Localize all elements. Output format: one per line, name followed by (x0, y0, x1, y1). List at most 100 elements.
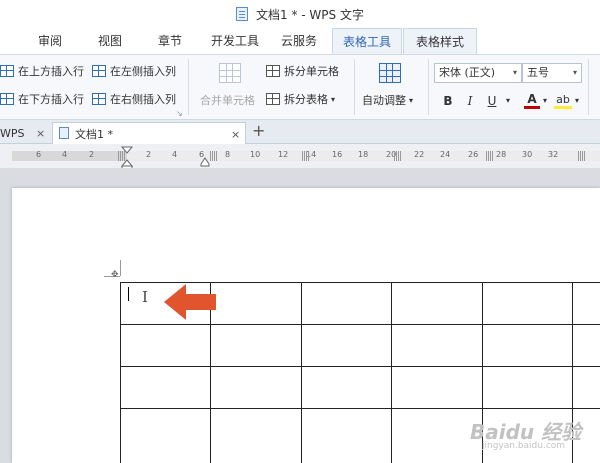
right-indent-marker-icon[interactable] (200, 157, 210, 167)
ruler-number: 4 (62, 150, 68, 159)
document-page[interactable]: ✥ I Baidu 经验 jingyan.baidu.com (12, 188, 600, 463)
highlight-chevron-icon[interactable]: ▾ (572, 91, 582, 111)
table-row (119, 366, 600, 409)
font-size-select[interactable]: 五号 ▾ (522, 63, 582, 83)
table-cell[interactable] (571, 324, 600, 367)
table-cell[interactable] (300, 366, 393, 409)
tab-view[interactable]: 视图 (88, 28, 132, 54)
table-cell[interactable] (119, 408, 212, 463)
font-color-button[interactable]: A (524, 91, 540, 109)
tab-review[interactable]: 审阅 (28, 28, 72, 54)
ruler-number: 16 (332, 150, 343, 159)
split-cells-button[interactable]: 拆分单元格 (266, 63, 339, 79)
indent-marker-icon[interactable] (121, 146, 133, 170)
underline-button[interactable]: U (484, 91, 500, 111)
font-name-value: 宋体 (正文) (439, 66, 496, 79)
ruler-number: 24 (440, 150, 451, 159)
table-cell[interactable] (481, 324, 573, 367)
insert-row-above-icon (0, 65, 14, 77)
ruler-column-marker[interactable] (486, 151, 494, 161)
table-cell[interactable] (300, 282, 393, 325)
table-cell[interactable] (571, 282, 600, 325)
insert-col-right-icon (92, 93, 106, 105)
table-cell[interactable] (391, 324, 483, 367)
ruler-number: 2 (89, 150, 95, 159)
ruler-number: 12 (278, 150, 289, 159)
insert-row-below-button[interactable]: 在下方插入行 (0, 91, 84, 107)
ruler-column-marker[interactable] (210, 151, 218, 161)
document-workspace: ✥ I Baidu 经验 jingyan.baidu.com (0, 168, 600, 463)
ribbon: 在上方插入行 在下方插入行 在左侧插入列 在右侧插入列 ↘ 合并单元格 拆分单元… (0, 54, 600, 120)
table-cell[interactable] (210, 324, 302, 367)
ribbon-separator (354, 59, 355, 115)
close-doc-tab-icon[interactable]: × (231, 125, 240, 145)
table-cell[interactable] (210, 282, 302, 325)
table-cell[interactable] (300, 408, 393, 463)
insert-row-below-label: 在下方插入行 (18, 93, 84, 106)
ruler-number: 22 (414, 150, 425, 159)
split-table-button[interactable]: 拆分表格 ▾ (266, 91, 335, 107)
insert-row-below-icon (0, 93, 14, 105)
table-cell[interactable] (391, 282, 483, 325)
font-size-chevron-icon: ▾ (572, 68, 577, 77)
ruler-number: 10 (250, 150, 261, 159)
table-cell[interactable] (481, 282, 573, 325)
tab-table-tools[interactable]: 表格工具 (332, 28, 402, 54)
ruler-column-marker[interactable] (578, 151, 586, 161)
italic-button[interactable]: I (462, 91, 478, 111)
font-color-chevron-icon[interactable]: ▾ (540, 91, 550, 111)
close-wps-tab-icon[interactable]: × (36, 124, 45, 144)
tab-chapter[interactable]: 章节 (148, 28, 192, 54)
merge-cells-button[interactable]: 合并单元格 (200, 92, 255, 108)
table-cell[interactable] (210, 408, 302, 463)
auto-fit-label: 自动调整 (362, 94, 406, 107)
table-cell[interactable] (571, 366, 600, 409)
tab-table-styles[interactable]: 表格样式 (403, 28, 477, 54)
insert-col-left-button[interactable]: 在左侧插入列 (92, 63, 176, 79)
ruler-number: 26 (468, 150, 479, 159)
window-title: 文档1 * - WPS 文字 (256, 7, 364, 22)
ruler-number: 28 (496, 150, 507, 159)
insert-group-launcher-icon[interactable]: ↘ (176, 109, 183, 118)
menu-bar: 审阅 视图 章节 开发工具 云服务 表格工具 表格样式 (0, 28, 600, 54)
highlight-button[interactable]: ab (554, 91, 572, 109)
ribbon-separator (188, 59, 189, 115)
ruler-number: 8 (225, 150, 231, 159)
table-cell[interactable] (119, 366, 212, 409)
insert-row-above-button[interactable]: 在上方插入行 (0, 63, 84, 79)
ruler-number: 32 (548, 150, 559, 159)
auto-fit-chevron-icon: ▾ (409, 95, 414, 105)
table-cell[interactable] (119, 324, 212, 367)
tab-document-1-label: 文档1 * (75, 128, 113, 141)
split-cells-icon (266, 65, 280, 77)
new-tab-icon[interactable]: + (252, 120, 265, 142)
move-glyph: ✥ (111, 270, 119, 280)
ruler-column-marker[interactable] (302, 151, 310, 161)
table-cell[interactable] (481, 366, 573, 409)
auto-fit-button[interactable]: 自动调整 ▾ (362, 92, 413, 108)
tab-wps-home[interactable]: WPS × (0, 122, 50, 144)
table-cell[interactable] (210, 366, 302, 409)
tab-developer[interactable]: 开发工具 (205, 28, 265, 54)
bold-button[interactable]: B (440, 91, 456, 111)
font-name-select[interactable]: 宋体 (正文) ▾ (434, 63, 522, 83)
ruler-number: 30 (522, 150, 533, 159)
document-icon (236, 7, 249, 21)
horizontal-ruler[interactable]: 6 4 2 2 4 6 8 10 12 14 16 18 20 22 24 26… (12, 150, 600, 161)
ribbon-separator (588, 59, 589, 115)
merge-cells-icon (219, 63, 241, 83)
insert-col-right-button[interactable]: 在右侧插入列 (92, 91, 176, 107)
table-cell[interactable] (391, 366, 483, 409)
insert-col-left-icon (92, 65, 106, 77)
table-cell[interactable] (300, 324, 393, 367)
ruler-number: 18 (358, 150, 369, 159)
ruler-number: 2 (146, 150, 152, 159)
ruler-column-marker[interactable] (394, 151, 402, 161)
tab-document-1[interactable]: 文档1 * × (52, 122, 246, 144)
table-row (119, 324, 600, 367)
tab-cloud[interactable]: 云服务 (272, 28, 326, 54)
underline-chevron-icon[interactable]: ▾ (502, 91, 514, 111)
split-table-label: 拆分表格 (284, 93, 328, 106)
font-name-chevron-icon: ▾ (512, 68, 517, 77)
table-cell[interactable] (391, 408, 483, 463)
